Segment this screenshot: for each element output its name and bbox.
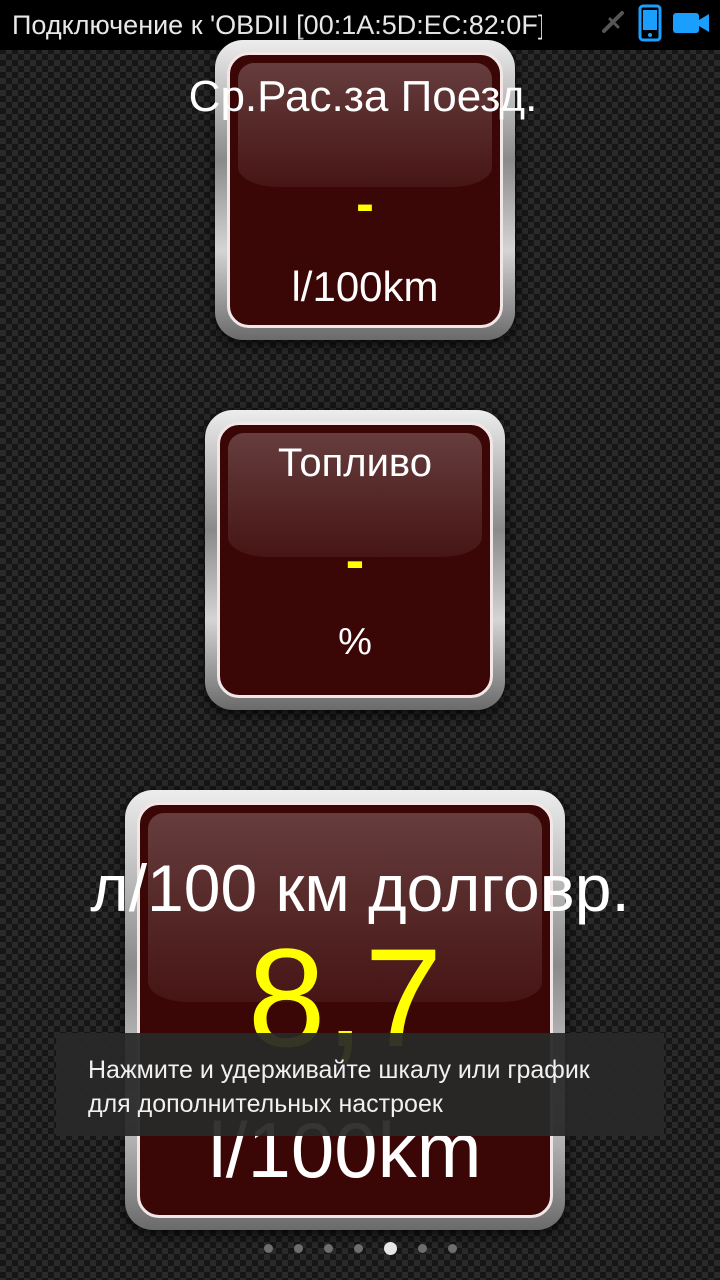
status-icons bbox=[600, 4, 710, 47]
gauge-title: л/100 км долговр. bbox=[90, 851, 630, 925]
gauge-face: Топливо - % bbox=[217, 422, 493, 698]
connection-status-text: Подключение к 'OBDII [00:1A:5D:EC:82:0F]… bbox=[12, 9, 542, 40]
gauge-value: - bbox=[356, 174, 374, 234]
gauge-title: Ср.Рас.за Поезд. bbox=[188, 72, 538, 121]
page-dot[interactable] bbox=[417, 1244, 427, 1253]
hint-toast: Нажмите и удерживайте шкалу или график д… bbox=[56, 1033, 664, 1136]
gauge-title: Топливо bbox=[278, 441, 432, 485]
phone-device-icon bbox=[638, 4, 662, 47]
gauge-value: - bbox=[345, 528, 365, 591]
page-dot[interactable] bbox=[263, 1244, 273, 1253]
page-dot-active[interactable] bbox=[383, 1242, 397, 1255]
page-dot[interactable] bbox=[353, 1244, 363, 1253]
page-indicator[interactable] bbox=[0, 1242, 720, 1255]
page-dot[interactable] bbox=[447, 1244, 457, 1253]
page-dot[interactable] bbox=[293, 1244, 303, 1253]
gauge-unit: l/100km bbox=[291, 263, 439, 310]
gauge-fuel-level[interactable]: Топливо - % bbox=[205, 410, 505, 710]
dashboard-screen: Подключение к 'OBDII [00:1A:5D:EC:82:0F]… bbox=[0, 0, 720, 1280]
gauge-unit: % bbox=[338, 621, 372, 663]
page-dot[interactable] bbox=[323, 1244, 333, 1253]
camera-icon bbox=[672, 10, 710, 41]
connection-off-icon bbox=[600, 9, 628, 42]
